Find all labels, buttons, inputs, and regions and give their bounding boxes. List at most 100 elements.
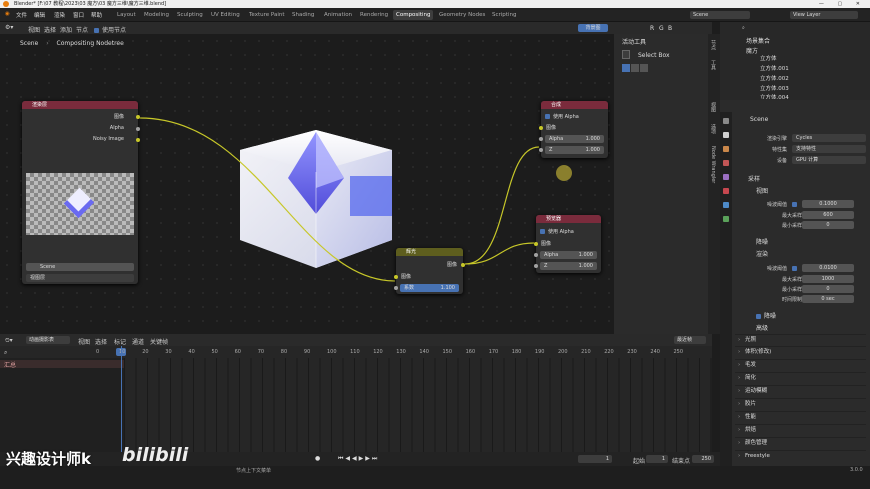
render-denoise-subpanel[interactable]: 降噪 bbox=[756, 311, 776, 320]
output-alpha-socket[interactable] bbox=[136, 127, 140, 131]
outliner-item-cube-002[interactable]: 立方体.002 bbox=[760, 74, 789, 82]
panel-performance[interactable]: 性能 bbox=[735, 411, 866, 423]
summary-channel[interactable]: 汇总 bbox=[0, 360, 124, 369]
scene-collection[interactable]: 场景集合 bbox=[746, 36, 770, 45]
dopesheet-menu-marker[interactable]: 标记 bbox=[114, 337, 126, 346]
material-tab-icon[interactable] bbox=[723, 216, 729, 222]
current-frame-field[interactable]: 1 bbox=[578, 455, 612, 463]
window-controls[interactable]: — ▢ ✕ bbox=[819, 0, 866, 8]
dopesheet-grid[interactable] bbox=[124, 358, 712, 464]
tab-node[interactable]: 节点 bbox=[710, 40, 717, 50]
outliner-item-cube-001[interactable]: 立方体.001 bbox=[760, 64, 789, 72]
render-noise-threshold-checkbox[interactable] bbox=[792, 266, 797, 271]
dopesheet-mode-dropdown[interactable]: 动画摄影表 bbox=[26, 336, 70, 344]
viewport-noise-threshold-checkbox[interactable] bbox=[792, 202, 797, 207]
record-button[interactable]: ● bbox=[315, 455, 320, 462]
composite-z-field[interactable]: Z 1.000 bbox=[545, 146, 604, 154]
output-image-socket[interactable] bbox=[136, 115, 140, 119]
scene-tab-icon[interactable] bbox=[723, 174, 729, 180]
composite-input-image-socket[interactable] bbox=[539, 126, 543, 130]
mode-new-icon[interactable] bbox=[622, 64, 630, 72]
glare-factor-socket[interactable] bbox=[394, 286, 398, 290]
glare-output-image-socket[interactable] bbox=[461, 263, 465, 267]
render-engine-dropdown[interactable]: Cycles bbox=[792, 134, 866, 142]
render-layers-header[interactable]: 渲染层 bbox=[22, 101, 138, 109]
dopesheet-menu-view[interactable]: 视图 bbox=[78, 337, 90, 346]
outliner-item-cube-003[interactable]: 立方体.003 bbox=[760, 84, 789, 92]
viewer-z-field[interactable]: Z 1.000 bbox=[540, 262, 597, 270]
panel-simplify[interactable]: 简化 bbox=[735, 372, 866, 384]
view-layer-field[interactable]: View Layer bbox=[790, 11, 858, 19]
composite-header[interactable]: 合成 bbox=[541, 101, 608, 109]
composite-use-alpha-checkbox[interactable]: 使用 Alpha bbox=[545, 113, 579, 120]
tab-options[interactable]: 选项 bbox=[710, 124, 717, 134]
dopesheet-editor-icon[interactable]: ⏲▾ bbox=[5, 337, 13, 345]
select-box-label[interactable]: Select Box bbox=[638, 52, 670, 59]
composite-alpha-socket[interactable] bbox=[539, 137, 543, 141]
panel-color-management[interactable]: 颜色管理 bbox=[735, 437, 866, 449]
viewer-use-alpha-checkbox[interactable]: 使用 Alpha bbox=[540, 228, 574, 235]
glare-input-image-socket[interactable] bbox=[394, 275, 398, 279]
panel-freestyle[interactable]: Freestyle bbox=[735, 450, 866, 462]
playback-controls[interactable]: ⏮◀◀▶▶⏭ bbox=[338, 455, 379, 463]
viewer-alpha-socket[interactable] bbox=[534, 253, 538, 257]
viewport-subpanel-header[interactable]: 视图 bbox=[756, 186, 768, 195]
render-time-limit-field[interactable]: 0 sec bbox=[802, 295, 854, 303]
dopesheet-menu-key[interactable]: 关键帧 bbox=[150, 337, 168, 346]
tab-view[interactable]: 视图 bbox=[710, 102, 717, 112]
render-max-samples-field[interactable]: 1000 bbox=[802, 275, 854, 283]
panel-hair[interactable]: 毛发 bbox=[735, 359, 866, 371]
composite-alpha-field[interactable]: Alpha 1.000 bbox=[545, 135, 604, 143]
tab-node-wrangler[interactable]: Node Wrangler bbox=[710, 146, 716, 183]
panel-volumes[interactable]: 体积(修改) bbox=[735, 346, 866, 358]
panel-motion-blur[interactable]: 运动模糊 bbox=[735, 385, 866, 397]
collection-mofang[interactable]: 魔方 bbox=[746, 46, 758, 55]
world-tab-icon[interactable] bbox=[723, 188, 729, 194]
dopesheet-search-icon[interactable]: ⌕ bbox=[4, 349, 7, 357]
outliner-search-icon[interactable]: ⌕ bbox=[742, 25, 745, 31]
viewer-node[interactable]: 预览器 使用 Alpha 图像 Alpha 1.000 Z 1.000 bbox=[534, 215, 601, 273]
viewer-input-image-socket[interactable] bbox=[534, 242, 538, 246]
outliner-item-cube[interactable]: 立方体 bbox=[760, 54, 777, 62]
end-frame-field[interactable]: 250 bbox=[692, 455, 714, 463]
glare-node[interactable]: 辉光 图像 图像 系数 1.100 bbox=[394, 248, 465, 294]
object-tab-icon[interactable] bbox=[723, 202, 729, 208]
viewport-min-samples-field[interactable]: 0 bbox=[802, 221, 854, 229]
glare-header[interactable]: 辉光 bbox=[396, 248, 463, 256]
feature-set-dropdown[interactable]: 支持特性 bbox=[792, 145, 866, 153]
dopesheet-filter-dropdown[interactable]: 最近帧 bbox=[674, 336, 706, 344]
viewer-z-socket[interactable] bbox=[534, 264, 538, 268]
tool-tab-icon[interactable] bbox=[723, 118, 729, 124]
output-tab-icon[interactable] bbox=[723, 146, 729, 152]
viewport-max-samples-field[interactable]: 600 bbox=[802, 211, 854, 219]
composite-node[interactable]: 合成 使用 Alpha 图像 Alpha 1.000 Z 1.000 bbox=[539, 101, 608, 158]
render-subpanel-header[interactable]: 渲染 bbox=[756, 249, 768, 258]
output-noisy-socket[interactable] bbox=[136, 138, 140, 142]
mode-extend-icon[interactable] bbox=[631, 64, 639, 72]
sampling-panel-header[interactable]: 采样 bbox=[748, 174, 760, 183]
render-tab-icon[interactable] bbox=[723, 132, 729, 138]
render-layers-node[interactable]: 渲染层 图像 Alpha Noisy Image Scene 视图层 bbox=[22, 101, 140, 284]
select-box-icon[interactable] bbox=[622, 50, 630, 59]
start-frame-field[interactable]: 1 bbox=[646, 455, 668, 463]
glare-factor-field[interactable]: 系数 1.100 bbox=[400, 284, 459, 292]
panel-light-paths[interactable]: 光照 bbox=[735, 334, 866, 346]
device-dropdown[interactable]: GPU 计算 bbox=[792, 156, 866, 164]
render-noise-threshold-field[interactable]: 0.0100 bbox=[802, 264, 854, 272]
view-layer-tab-icon[interactable] bbox=[723, 160, 729, 166]
panel-bake[interactable]: 烘焙 bbox=[735, 424, 866, 436]
viewer-alpha-field[interactable]: Alpha 1.000 bbox=[540, 251, 597, 259]
composite-z-socket[interactable] bbox=[539, 148, 543, 152]
viewport-noise-threshold-field[interactable]: 0.1000 bbox=[802, 200, 854, 208]
viewport-denoise-subpanel[interactable]: 降噪 bbox=[756, 237, 768, 246]
outliner-item-cube-004[interactable]: 立方体.004 bbox=[760, 93, 789, 99]
dopesheet-menu-select[interactable]: 选择 bbox=[95, 337, 107, 346]
dopesheet-menu-channel[interactable]: 通道 bbox=[132, 337, 144, 346]
panel-film[interactable]: 胶片 bbox=[735, 398, 866, 410]
render-min-samples-field[interactable]: 0 bbox=[802, 285, 854, 293]
viewer-header[interactable]: 预览器 bbox=[536, 215, 601, 223]
lights-subpanel[interactable]: 高级 bbox=[756, 323, 768, 332]
mode-subtract-icon[interactable] bbox=[640, 64, 648, 72]
scene-selector[interactable]: Scene bbox=[26, 263, 134, 271]
view-layer-selector[interactable]: 视图层 bbox=[26, 274, 134, 282]
